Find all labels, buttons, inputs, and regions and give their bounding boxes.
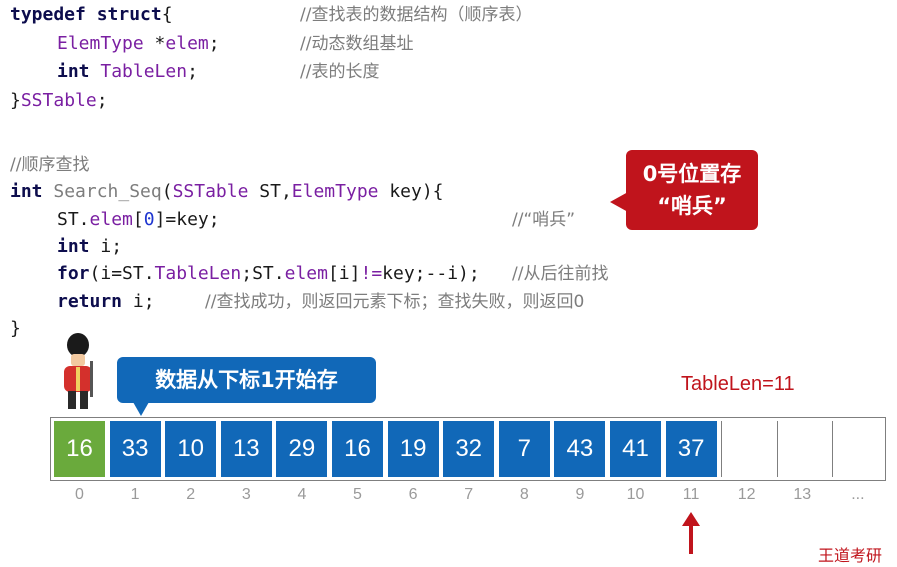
array-cell: 13 bbox=[220, 421, 272, 477]
storage-callout: 数据从下标1开始存 bbox=[117, 357, 376, 416]
array-cell: 41 bbox=[610, 421, 661, 477]
code-text: [i] bbox=[327, 263, 361, 284]
code-line-10: return i; bbox=[57, 289, 155, 315]
code-comment-1: //查找表的数据结构（顺序表） bbox=[300, 5, 533, 25]
code-operator: != bbox=[360, 263, 383, 284]
code-number: 0 bbox=[143, 209, 155, 230]
sentinel-callout-line2: “哨兵” bbox=[657, 194, 727, 218]
array-index: 11 bbox=[682, 486, 700, 503]
array-cell: 37 bbox=[665, 421, 717, 477]
array-cell: 32 bbox=[443, 421, 495, 477]
code-line-7: ST.elem[0]=key; bbox=[57, 207, 220, 233]
code-comment-10: //查找成功，则返回元素下标；查找失败，则返回0 bbox=[205, 292, 585, 312]
code-text: [ bbox=[132, 209, 144, 230]
code-text: ST, bbox=[248, 181, 292, 202]
code-text: key){ bbox=[378, 181, 444, 202]
code-line-3: int TableLen; bbox=[57, 59, 198, 85]
array-index: 0 bbox=[75, 486, 84, 503]
code-text: ; bbox=[96, 90, 108, 111]
code-field: elem bbox=[284, 263, 328, 284]
array-cell: 33 bbox=[109, 421, 161, 477]
arrow-up-icon bbox=[682, 512, 700, 554]
code-keyword: int bbox=[57, 61, 90, 82]
array-cell bbox=[721, 421, 773, 477]
array-index: 9 bbox=[575, 486, 585, 503]
code-text: i; bbox=[122, 291, 155, 312]
code-text: i; bbox=[89, 236, 123, 257]
code-type: ElemType bbox=[291, 181, 379, 202]
sentinel-callout: 0号位置存 “哨兵” bbox=[610, 150, 758, 230]
code-type: ElemType bbox=[57, 33, 144, 54]
code-text: { bbox=[161, 4, 173, 25]
code-text: key;--i); bbox=[382, 263, 480, 284]
code-line-6: int Search_Seq(SSTable ST,ElemType key){ bbox=[10, 179, 444, 205]
array-index: 13 bbox=[793, 486, 812, 503]
array-index: 1 bbox=[130, 486, 140, 503]
array-index: 8 bbox=[519, 486, 529, 503]
code-field: TableLen bbox=[154, 263, 242, 284]
code-text: ;ST. bbox=[241, 263, 285, 284]
array-index: 3 bbox=[241, 486, 251, 503]
code-keyword: int bbox=[10, 181, 43, 202]
callout-tail bbox=[133, 402, 149, 416]
code-line-1: typedef struct{ bbox=[10, 2, 173, 28]
storage-callout-text: 数据从下标1开始存 bbox=[155, 368, 338, 392]
sentinel-callout-line1: 0号位置存 bbox=[642, 162, 742, 186]
array-cell bbox=[832, 421, 884, 477]
code-line-2: ElemType *elem; bbox=[57, 31, 220, 57]
array-cell: 29 bbox=[276, 421, 328, 477]
code-keyword: return bbox=[57, 291, 123, 312]
code-line-11: } bbox=[10, 318, 21, 339]
code-keyword: typedef struct bbox=[10, 4, 162, 25]
code-keyword: for bbox=[57, 263, 90, 284]
array-index: 5 bbox=[353, 486, 362, 503]
code-type: SSTable bbox=[172, 181, 249, 202]
brand-label: 王道考研 bbox=[818, 546, 883, 565]
code-text: ; bbox=[208, 33, 220, 54]
array-index: 6 bbox=[408, 486, 418, 503]
code-text: * bbox=[143, 33, 166, 54]
array-cell: 16 bbox=[54, 421, 105, 477]
code-field: elem bbox=[165, 33, 209, 54]
code-line-4: }SSTable; bbox=[10, 88, 108, 114]
code-line-9: for(i=ST.TableLen;ST.elem[i]!=key;--i); bbox=[57, 261, 480, 287]
code-field: TableLen bbox=[100, 61, 188, 82]
array-index: 2 bbox=[186, 486, 196, 503]
array-cell: 43 bbox=[554, 421, 606, 477]
array-cell: 10 bbox=[165, 421, 217, 477]
code-comment-5: //顺序查找 bbox=[10, 155, 90, 175]
array-index: 4 bbox=[297, 486, 307, 503]
code-comment-7: //“哨兵” bbox=[512, 210, 576, 230]
code-text: ]=key; bbox=[154, 209, 220, 230]
callout-tail bbox=[610, 192, 628, 212]
array-index: 10 bbox=[626, 486, 645, 503]
code-comment-2: //动态数组基址 bbox=[300, 34, 414, 54]
array-cell: 7 bbox=[498, 421, 550, 477]
code-text: ST. bbox=[57, 209, 90, 230]
code-text: ; bbox=[187, 61, 198, 82]
array-index: 7 bbox=[464, 486, 474, 503]
code-type: SSTable bbox=[20, 90, 97, 111]
array-cell bbox=[776, 421, 828, 477]
code-function-name: Search_Seq bbox=[53, 181, 162, 202]
code-text: } bbox=[10, 90, 21, 111]
code-keyword: int bbox=[57, 236, 90, 257]
code-text: ( bbox=[161, 181, 173, 202]
code-comment-9: //从后往前找 bbox=[512, 264, 609, 284]
code-field: elem bbox=[89, 209, 133, 230]
code-comment-3: //表的长度 bbox=[300, 62, 380, 82]
array-cell: 19 bbox=[387, 421, 439, 477]
array-index: 12 bbox=[737, 486, 756, 503]
tablelen-label: TableLen=11 bbox=[681, 373, 795, 395]
guard-icon bbox=[64, 333, 93, 409]
array-cell: 16 bbox=[332, 421, 383, 477]
code-text: (i=ST. bbox=[89, 263, 155, 284]
code-line-8: int i; bbox=[57, 234, 122, 260]
array-index: ... bbox=[851, 486, 865, 503]
